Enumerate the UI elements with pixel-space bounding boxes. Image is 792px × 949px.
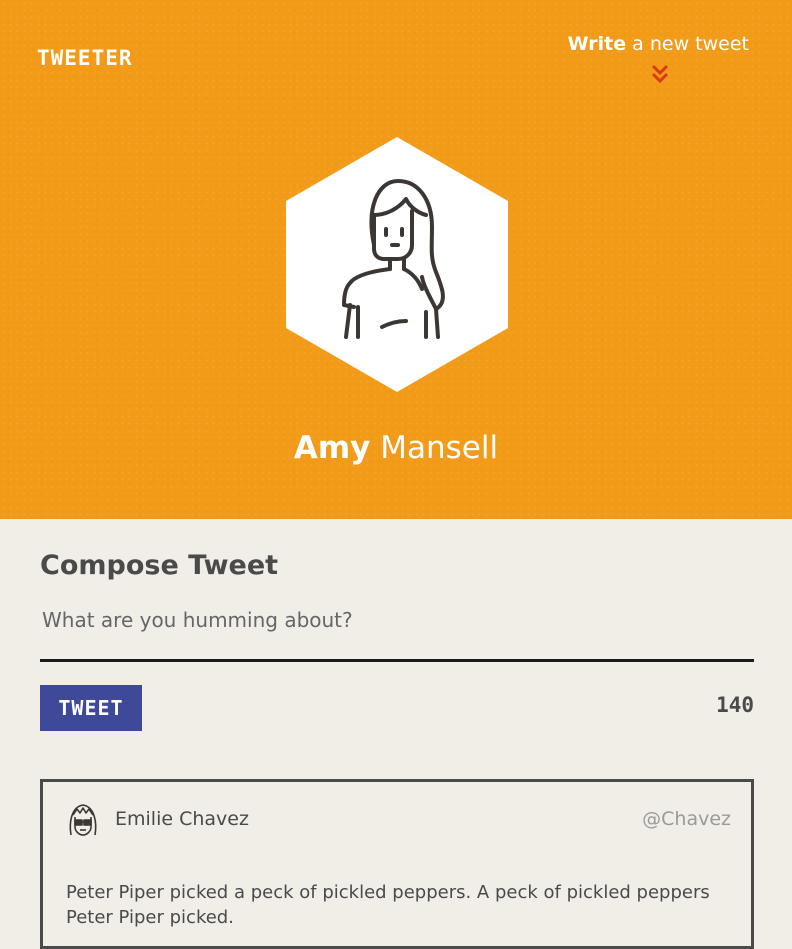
user-avatar — [286, 137, 508, 392]
tweet-text: Peter Piper picked a peck of pickled pep… — [66, 882, 710, 928]
profile-last-name: Mansell — [370, 430, 499, 466]
profile-name: Amy Mansell — [0, 430, 792, 466]
write-link-bold: Write — [567, 33, 627, 55]
write-link-rest: a new tweet — [626, 33, 749, 55]
girl-with-glasses-avatar-icon — [69, 804, 97, 836]
compose-title: Compose Tweet — [40, 550, 279, 581]
tweet-button[interactable]: TWEET — [40, 685, 142, 731]
tweet-card: Emilie Chavez @Chavez Peter Piper picked… — [40, 779, 754, 949]
write-new-tweet-link[interactable]: Write a new tweet — [559, 33, 749, 55]
app-logo[interactable]: TWEETER — [37, 46, 133, 70]
tweet-author-name[interactable]: Emilie Chavez — [115, 808, 249, 830]
tweet-input[interactable] — [40, 600, 754, 662]
tweet-author-handle[interactable]: @Chavez — [642, 808, 731, 830]
profile-first-name: Amy — [293, 430, 371, 466]
profile-header: TWEETER Write a new tweet Amy Mansell — [0, 0, 792, 519]
double-chevron-down-icon[interactable] — [650, 64, 670, 84]
character-counter: 140 — [716, 693, 754, 717]
